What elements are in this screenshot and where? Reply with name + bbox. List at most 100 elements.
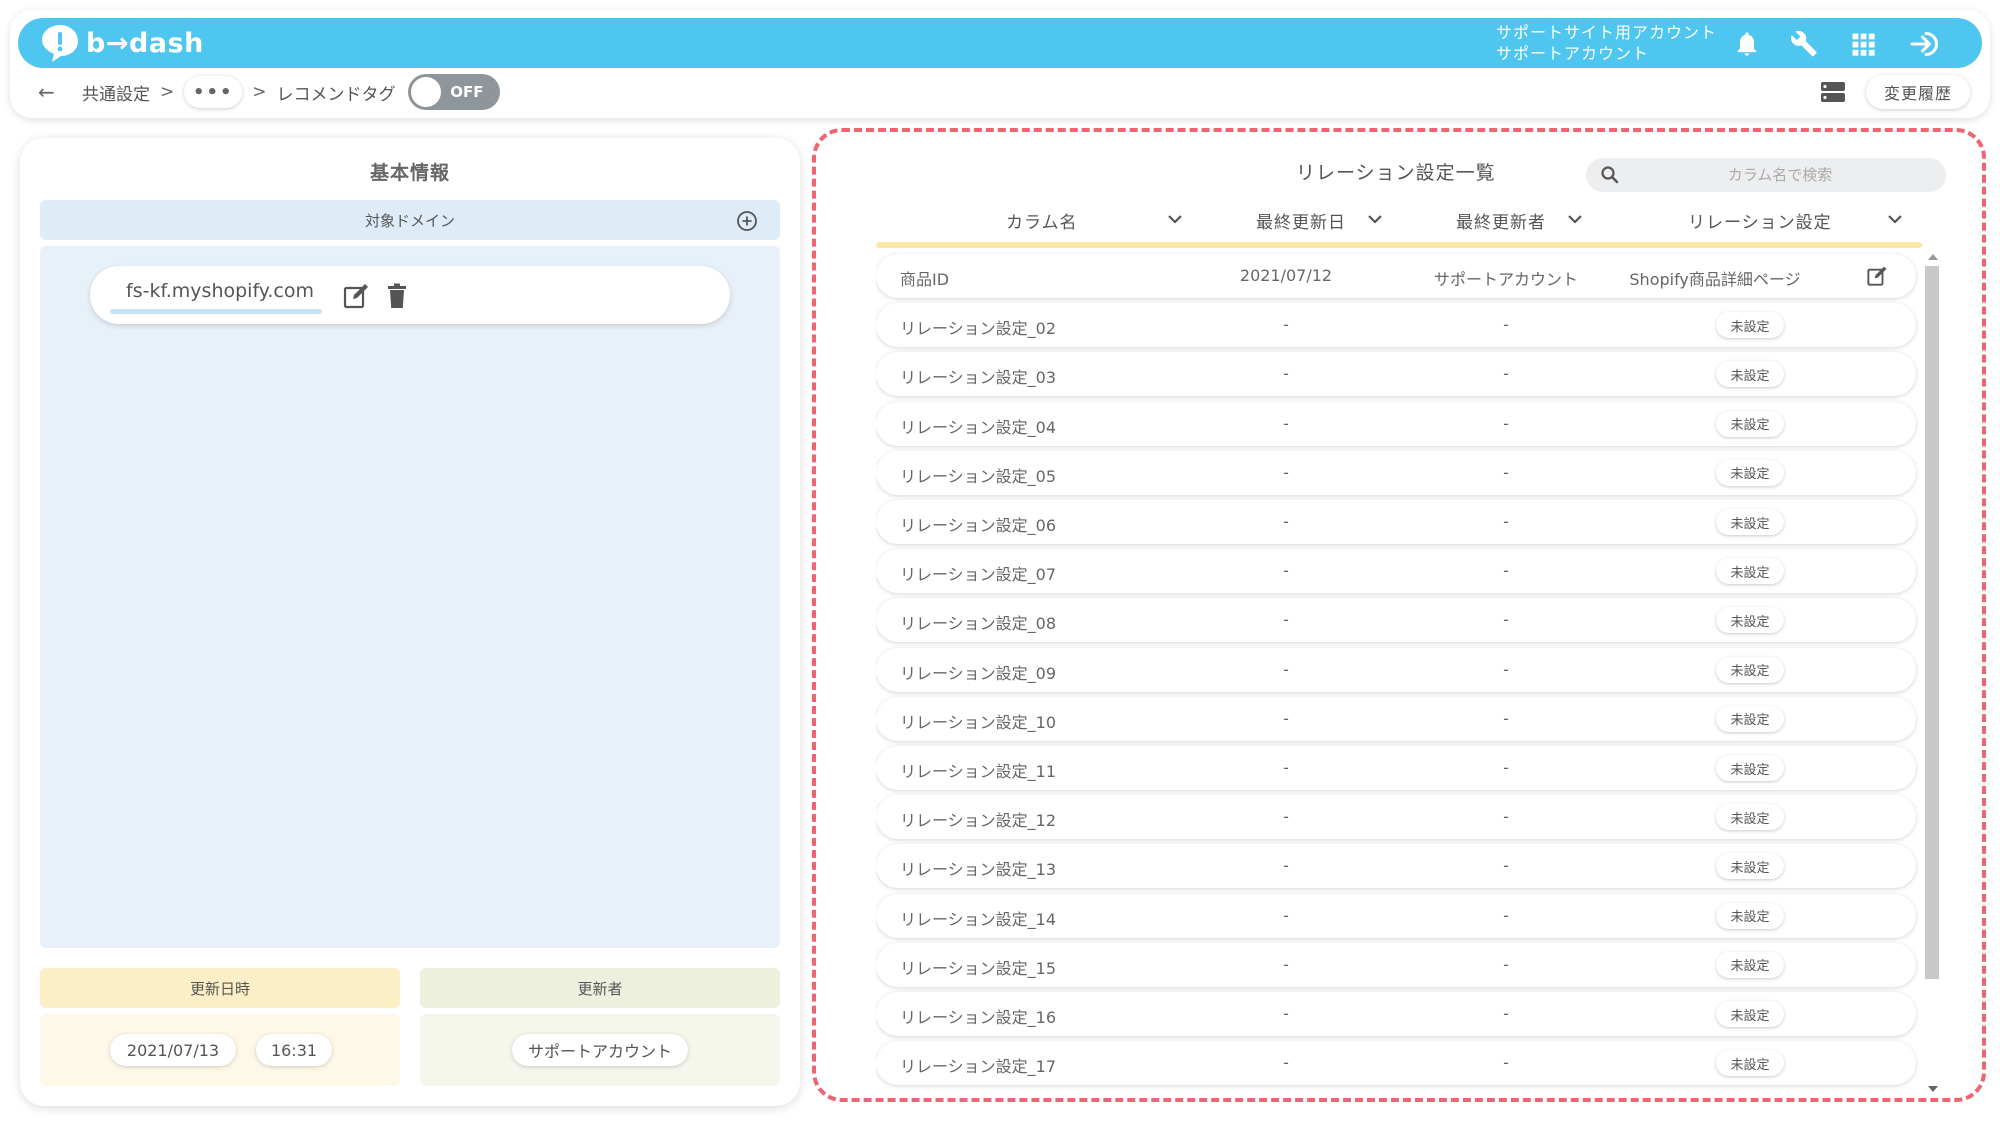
logo-bubble-icon [42, 25, 78, 62]
back-arrow-icon[interactable]: ← [38, 80, 62, 104]
status-badge-unset[interactable]: 未設定 [1716, 410, 1784, 437]
status-badge-unset[interactable]: 未設定 [1716, 951, 1784, 978]
row-column-name: 商品ID [900, 270, 950, 289]
search-icon [1601, 166, 1619, 184]
updated-time: 16:31 [256, 1034, 332, 1066]
updater-body: サポートアカウント [420, 1014, 780, 1086]
row-column-name: リレーション設定_05 [900, 466, 1057, 486]
logout-icon[interactable] [1908, 29, 1944, 59]
status-badge-unset[interactable]: 未設定 [1716, 558, 1784, 585]
row-updated-by: - [1503, 758, 1509, 777]
panel-title: リレーション設定一覧 [1296, 158, 1496, 189]
breadcrumb-common-settings[interactable]: 共通設定 [82, 80, 150, 105]
table-row[interactable]: リレーション設定_15 - - 未設定 [876, 942, 1916, 987]
status-badge-unset[interactable]: 未設定 [1716, 361, 1784, 388]
recommend-tag-toggle[interactable]: OFF [407, 74, 500, 110]
row-updated-by: - [1503, 561, 1509, 581]
wrench-icon[interactable] [1790, 29, 1820, 59]
row-updated-date: - [1283, 561, 1289, 581]
column-header-name[interactable]: カラム名 [1006, 208, 1078, 233]
domain-list: fs-kf.myshopify.com [40, 246, 780, 948]
updated-at-body: 2021/07/13 16:31 [40, 1014, 400, 1086]
trash-icon[interactable] [386, 283, 408, 309]
table-row[interactable]: リレーション設定_14 - - 未設定 [876, 893, 1916, 938]
chevron-down-icon[interactable] [1566, 212, 1584, 226]
status-badge-unset[interactable]: 未設定 [1716, 705, 1784, 732]
table-row[interactable]: リレーション設定_02 - - 未設定 [876, 303, 1916, 348]
row-column-name: リレーション設定_15 [900, 958, 1057, 978]
status-badge-unset[interactable]: 未設定 [1716, 656, 1784, 683]
status-badge-unset[interactable]: 未設定 [1716, 902, 1784, 929]
table-row[interactable]: リレーション設定_06 - - 未設定 [876, 500, 1916, 544]
column-header-updated-date[interactable]: 最終更新日 [1256, 208, 1346, 233]
panel-title-text: 基本情報 [358, 162, 462, 184]
table-row[interactable]: 商品ID 2021/07/12 サポートアカウント Shopify商品詳細ページ [876, 254, 1916, 298]
target-domain-header: 対象ドメイン [40, 200, 780, 240]
chevron-down-icon[interactable] [1886, 212, 1904, 226]
status-badge-unset[interactable]: 未設定 [1716, 853, 1784, 880]
row-updated-by: - [1503, 1004, 1509, 1023]
row-updated-date: - [1283, 364, 1289, 384]
table-row[interactable]: リレーション設定_04 - - 未設定 [876, 401, 1916, 446]
scroll-up-arrow[interactable] [1928, 254, 1938, 260]
table-row[interactable]: リレーション設定_08 - - 未設定 [876, 598, 1916, 643]
table-row[interactable]: リレーション設定_12 - - 未設定 [876, 795, 1916, 840]
add-circle-icon[interactable] [736, 210, 758, 232]
table-row[interactable]: リレーション設定_09 - - 未設定 [876, 647, 1916, 692]
status-badge-unset[interactable]: 未設定 [1716, 459, 1784, 486]
row-column-name: リレーション設定_09 [900, 663, 1057, 683]
row-updated-by: - [1503, 905, 1509, 925]
row-updated-by: - [1503, 856, 1509, 876]
domain-item: fs-kf.myshopify.com [90, 266, 730, 324]
row-updated-date: - [1283, 905, 1289, 925]
status-badge-unset[interactable]: 未設定 [1716, 1050, 1784, 1077]
target-domain-label: 対象ドメイン [364, 211, 455, 230]
scrollbar[interactable] [1922, 252, 1939, 1094]
status-badge-unset[interactable]: 未設定 [1716, 607, 1784, 634]
row-column-name: リレーション設定_12 [900, 811, 1057, 831]
updated-at-header: 更新日時 [40, 968, 400, 1008]
column-search-input[interactable] [1630, 158, 1930, 192]
row-updated-date: - [1283, 315, 1289, 335]
account-info[interactable]: サポートサイト用アカウント サポートアカウント [1496, 22, 1717, 64]
row-column-name: リレーション設定_06 [900, 516, 1057, 535]
scroll-down-arrow[interactable] [1928, 1086, 1938, 1092]
edit-icon[interactable] [1866, 265, 1888, 287]
account-user-name: サポートアカウント [1496, 44, 1650, 63]
chevron-down-icon[interactable] [1166, 212, 1184, 226]
row-column-name: リレーション設定_08 [900, 614, 1057, 634]
logo[interactable]: b→dash [38, 21, 204, 65]
row-updated-date: - [1283, 856, 1289, 876]
row-column-name: リレーション設定_03 [900, 368, 1057, 388]
breadcrumb-more-button[interactable]: ••• [184, 76, 243, 108]
status-badge-unset[interactable]: 未設定 [1716, 755, 1784, 781]
scrollbar-thumb[interactable] [1925, 266, 1939, 979]
column-header-updated-by[interactable]: 最終更新者 [1456, 208, 1546, 233]
bell-icon[interactable] [1732, 29, 1762, 59]
view-mode-icon[interactable] [1820, 80, 1846, 104]
domain-value: fs-kf.myshopify.com [126, 280, 314, 302]
edit-icon[interactable] [342, 282, 370, 310]
table-row[interactable]: リレーション設定_16 - - 未設定 [876, 992, 1916, 1036]
status-badge-unset[interactable]: 未設定 [1716, 1001, 1784, 1027]
table-row[interactable]: リレーション設定_17 - - 未設定 [876, 1041, 1916, 1086]
grid-icon[interactable] [1848, 29, 1878, 59]
change-history-button[interactable]: 変更履歴 [1866, 75, 1970, 109]
table-row[interactable]: リレーション設定_11 - - 未設定 [876, 746, 1916, 790]
row-updated-date: - [1283, 954, 1289, 974]
status-badge-unset[interactable]: 未設定 [1716, 804, 1784, 831]
status-badge-unset[interactable]: 未設定 [1716, 509, 1784, 535]
table-row[interactable]: リレーション設定_05 - - 未設定 [876, 450, 1916, 495]
table-row[interactable]: リレーション設定_10 - - 未設定 [876, 696, 1916, 741]
status-badge-unset[interactable]: 未設定 [1716, 312, 1784, 339]
toggle-label: OFF [450, 83, 484, 101]
logo-text: b→dash [86, 27, 204, 59]
chevron-down-icon[interactable] [1366, 212, 1384, 226]
table-row[interactable]: リレーション設定_03 - - 未設定 [876, 352, 1916, 397]
table-row[interactable]: リレーション設定_07 - - 未設定 [876, 549, 1916, 594]
column-header-relation[interactable]: リレーション設定 [1688, 208, 1832, 233]
updater-value: サポートアカウント [512, 1034, 688, 1066]
row-updated-date: - [1283, 512, 1289, 531]
table-row[interactable]: リレーション設定_13 - - 未設定 [876, 844, 1916, 889]
row-column-name: リレーション設定_13 [900, 860, 1057, 880]
